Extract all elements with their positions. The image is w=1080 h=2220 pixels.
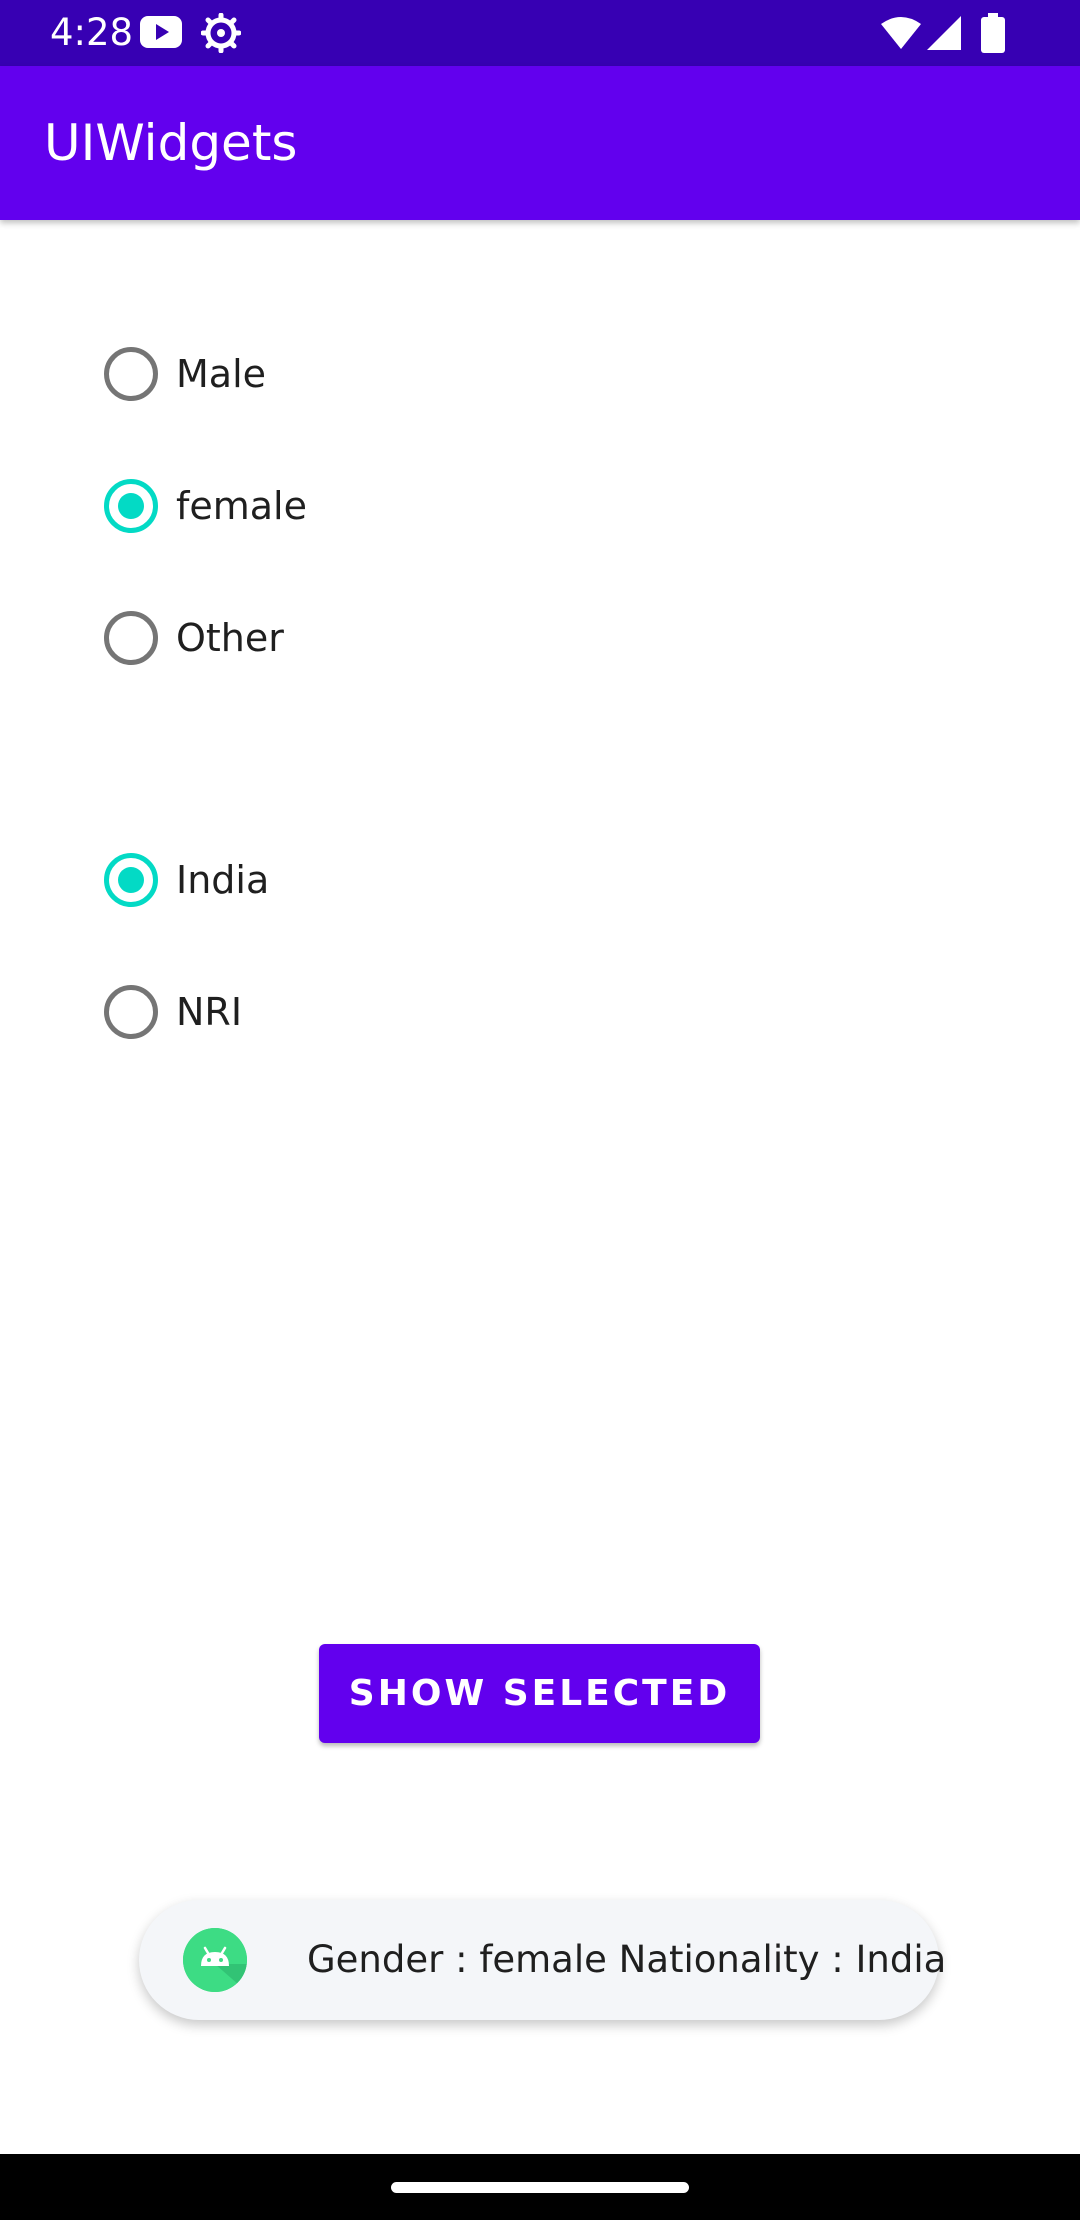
android-icon — [183, 1928, 247, 1992]
toast-message: Gender : female Nationality : India — [139, 1900, 946, 2020]
toast-text: Gender : female Nationality : India — [307, 1938, 947, 1981]
app-title: UIWidgets — [44, 114, 298, 172]
radio-india[interactable]: India — [88, 830, 588, 930]
radio-male[interactable]: Male — [88, 324, 588, 424]
navigation-bar — [0, 2154, 1080, 2220]
radio-dot — [118, 493, 144, 519]
radio-label-female: female — [176, 484, 307, 528]
radio-nri[interactable]: NRI — [88, 962, 588, 1062]
radio-button-unchecked-icon[interactable] — [104, 985, 158, 1039]
wifi-icon — [881, 17, 921, 49]
radio-button-unchecked-icon[interactable] — [104, 611, 158, 665]
signal-icon — [927, 16, 961, 50]
show-selected-button[interactable]: SHOW SELECTED — [319, 1644, 760, 1743]
home-gesture-handle[interactable] — [391, 2182, 689, 2193]
status-bar: 4:28 — [0, 0, 1080, 66]
status-time: 4:28 — [50, 11, 134, 54]
radio-label-nri: NRI — [176, 990, 243, 1034]
radio-button-checked-icon[interactable] — [104, 479, 158, 533]
settings-icon — [201, 13, 241, 53]
youtube-icon — [140, 16, 182, 48]
battery-icon — [981, 13, 1005, 53]
app-bar: UIWidgets — [0, 66, 1080, 220]
radio-button-unchecked-icon[interactable] — [104, 347, 158, 401]
radio-label-india: India — [176, 858, 270, 902]
radio-label-other: Other — [176, 616, 284, 660]
radio-label-male: Male — [176, 352, 267, 396]
radio-button-checked-icon[interactable] — [104, 853, 158, 907]
radio-dot — [118, 867, 144, 893]
radio-female[interactable]: female — [88, 456, 588, 556]
radio-other[interactable]: Other — [88, 588, 588, 688]
